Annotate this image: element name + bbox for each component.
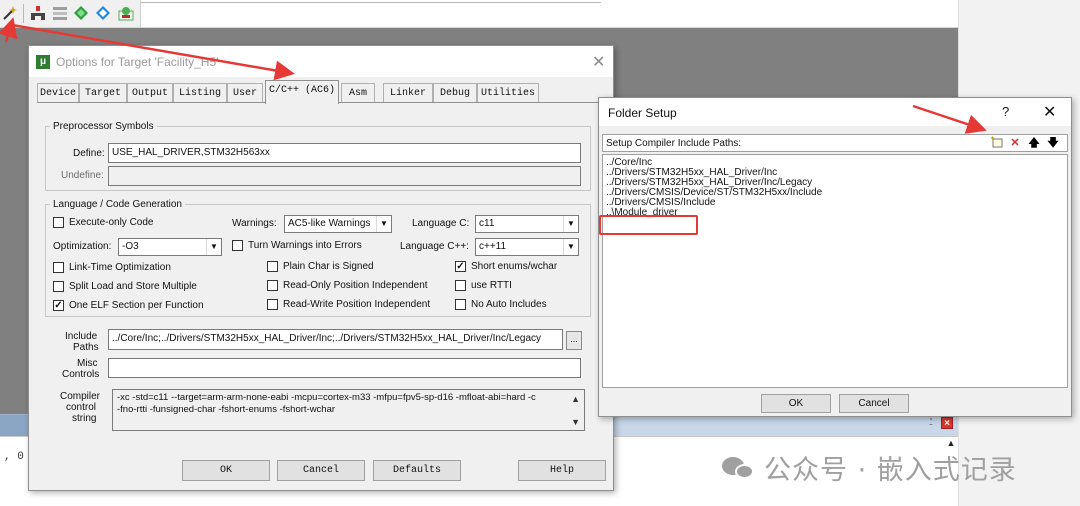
codegen-legend: Language / Code Generation <box>53 199 182 210</box>
build-output-text: , 0 <box>4 451 24 463</box>
rtti-checkbox[interactable]: use RTTI <box>455 280 512 291</box>
language-cpp-label: Language C++: <box>400 241 469 252</box>
ide-editor-tab-strip <box>140 0 958 27</box>
include-paths-browse-button[interactable]: ... <box>566 331 582 350</box>
tab-user[interactable]: User <box>227 83 263 103</box>
no-auto-includes-checkbox[interactable]: No Auto Includes <box>455 299 547 310</box>
include-paths-input[interactable]: ../Core/Inc;../Drivers/STM32H5xx_HAL_Dri… <box>108 329 563 350</box>
include-paths-header-label: Setup Compiler Include Paths: <box>606 138 742 149</box>
close-icon[interactable]: ✕ <box>592 52 605 72</box>
compiler-label: Compiler <box>60 391 101 402</box>
ro-pi-checkbox[interactable]: Read-Only Position Independent <box>267 280 428 291</box>
pin-icon[interactable]: ⍘ <box>925 417 937 429</box>
move-up-icon[interactable]: 🡅 <box>1027 136 1041 150</box>
language-c-select[interactable]: c11 ▼ <box>475 215 579 233</box>
new-folder-icon[interactable] <box>990 136 1004 150</box>
language-c-label: Language C: <box>412 218 470 229</box>
turn-warnings-checkbox[interactable]: Turn Warnings into Errors <box>232 240 362 251</box>
tab-cc-ac6[interactable]: C/C++ (AC6) <box>265 80 339 104</box>
keil-app-icon: μ <box>36 55 50 69</box>
optimization-select[interactable]: -O3 ▼ <box>118 238 222 256</box>
pack-installer-icon[interactable] <box>95 5 111 21</box>
tab-output[interactable]: Output <box>127 83 173 103</box>
scroll-up-icon[interactable]: ▲ <box>571 393 580 405</box>
watermark-text: 公众号 · 嵌入式记录 <box>764 455 1017 486</box>
string-label: string <box>72 413 97 424</box>
define-input[interactable]: USE_HAL_DRIVER,STM32H563xx <box>108 143 581 163</box>
controls-label: Controls <box>62 369 100 380</box>
lto-checkbox[interactable]: Link-Time Optimization <box>53 262 171 273</box>
tab-linker[interactable]: Linker <box>383 83 433 103</box>
optimization-label: Optimization: <box>53 241 112 252</box>
warnings-label: Warnings: <box>232 218 277 229</box>
warnings-select[interactable]: AC5-like Warnings ▼ <box>284 215 392 233</box>
rw-pi-checkbox[interactable]: Read-Write Position Independent <box>267 299 430 310</box>
tab-asm[interactable]: Asm <box>341 83 375 103</box>
move-down-icon[interactable]: 🡇 <box>1046 136 1060 150</box>
manage-project-items-icon[interactable] <box>30 5 46 21</box>
delete-icon[interactable]: ✕ <box>1008 136 1022 150</box>
defaults-button[interactable]: Defaults <box>373 460 461 481</box>
compiler-string-line-2: -fno-rtti -funsigned-char -fshort-enums … <box>117 404 336 415</box>
split-load-checkbox[interactable]: Split Load and Store Multiple <box>53 281 197 292</box>
help-icon[interactable]: ? <box>1002 104 1009 119</box>
close-icon[interactable]: ✕ <box>1043 102 1056 122</box>
wechat-logo-icon <box>722 455 756 481</box>
folder-setup-titlebar: Folder Setup ? ✕ <box>599 98 1071 126</box>
folder-setup-cancel-button[interactable]: Cancel <box>839 394 909 413</box>
chevron-down-icon: ▼ <box>563 216 578 232</box>
cancel-button[interactable]: Cancel <box>277 460 365 481</box>
include-label: Include <box>65 331 98 342</box>
language-cpp-select[interactable]: c++11 ▼ <box>475 238 579 256</box>
paths-label: Paths <box>73 342 99 353</box>
plain-char-checkbox[interactable]: Plain Char is Signed <box>267 261 374 272</box>
magic-wand-options-icon[interactable] <box>2 5 18 21</box>
scroll-down-icon[interactable]: ▼ <box>571 416 580 428</box>
define-label: Define: <box>73 148 105 159</box>
undefine-input[interactable] <box>108 166 581 186</box>
folder-setup-title: Folder Setup <box>608 106 677 120</box>
tab-debug[interactable]: Debug <box>433 83 477 103</box>
one-elf-checkbox[interactable]: ✓ One ELF Section per Function <box>53 300 204 311</box>
ok-button[interactable]: OK <box>182 460 270 481</box>
tab-device[interactable]: Device <box>37 83 79 103</box>
close-pane-icon[interactable]: × <box>941 417 953 429</box>
tab-utilities[interactable]: Utilities <box>477 83 539 103</box>
misc-label: Misc <box>77 358 98 369</box>
file-extensions-icon[interactable] <box>52 5 68 21</box>
compiler-control-string[interactable]: -xc -std=c11 --target=arm-arm-none-eabi … <box>112 389 585 431</box>
tab-target[interactable]: Target <box>79 83 127 103</box>
help-button[interactable]: Help <box>518 460 606 481</box>
options-for-target-dialog: μ Options for Target 'Facility_H5' ✕ Dev… <box>28 45 614 491</box>
control-label: control <box>66 402 97 413</box>
chevron-down-icon: ▼ <box>376 216 391 232</box>
chevron-down-icon: ▼ <box>206 239 221 255</box>
toolbar-separator <box>23 4 24 23</box>
chevron-down-icon: ▼ <box>563 239 578 255</box>
tab-listing[interactable]: Listing <box>173 83 227 103</box>
folder-setup-dialog: Folder Setup ? ✕ Setup Compiler Include … <box>598 97 1072 417</box>
preprocessor-legend: Preprocessor Symbols <box>53 121 154 132</box>
green-diamond-icon[interactable] <box>73 5 89 21</box>
software-components-icon[interactable] <box>118 5 134 21</box>
dialog-title: Options for Target 'Facility_H5' <box>56 55 219 69</box>
include-paths-list[interactable]: ../Core/Inc ../Drivers/STM32H5xx_HAL_Dri… <box>602 154 1068 388</box>
compiler-string-line-1: -xc -std=c11 --target=arm-arm-none-eabi … <box>117 392 536 403</box>
undefine-label: Undefine: <box>61 170 104 181</box>
execute-only-checkbox[interactable]: Execute-only Code <box>53 217 154 228</box>
misc-controls-input[interactable] <box>108 358 581 378</box>
include-paths-header: Setup Compiler Include Paths: ✕ 🡅 🡇 <box>602 134 1068 152</box>
dialog-titlebar: μ Options for Target 'Facility_H5' ✕ <box>29 46 613 77</box>
short-enums-checkbox[interactable]: ✓ Short enums/wchar <box>455 261 557 272</box>
watermark: 公众号 · 嵌入式记录 <box>722 448 1017 487</box>
highlight-box <box>599 215 698 235</box>
folder-setup-ok-button[interactable]: OK <box>761 394 831 413</box>
